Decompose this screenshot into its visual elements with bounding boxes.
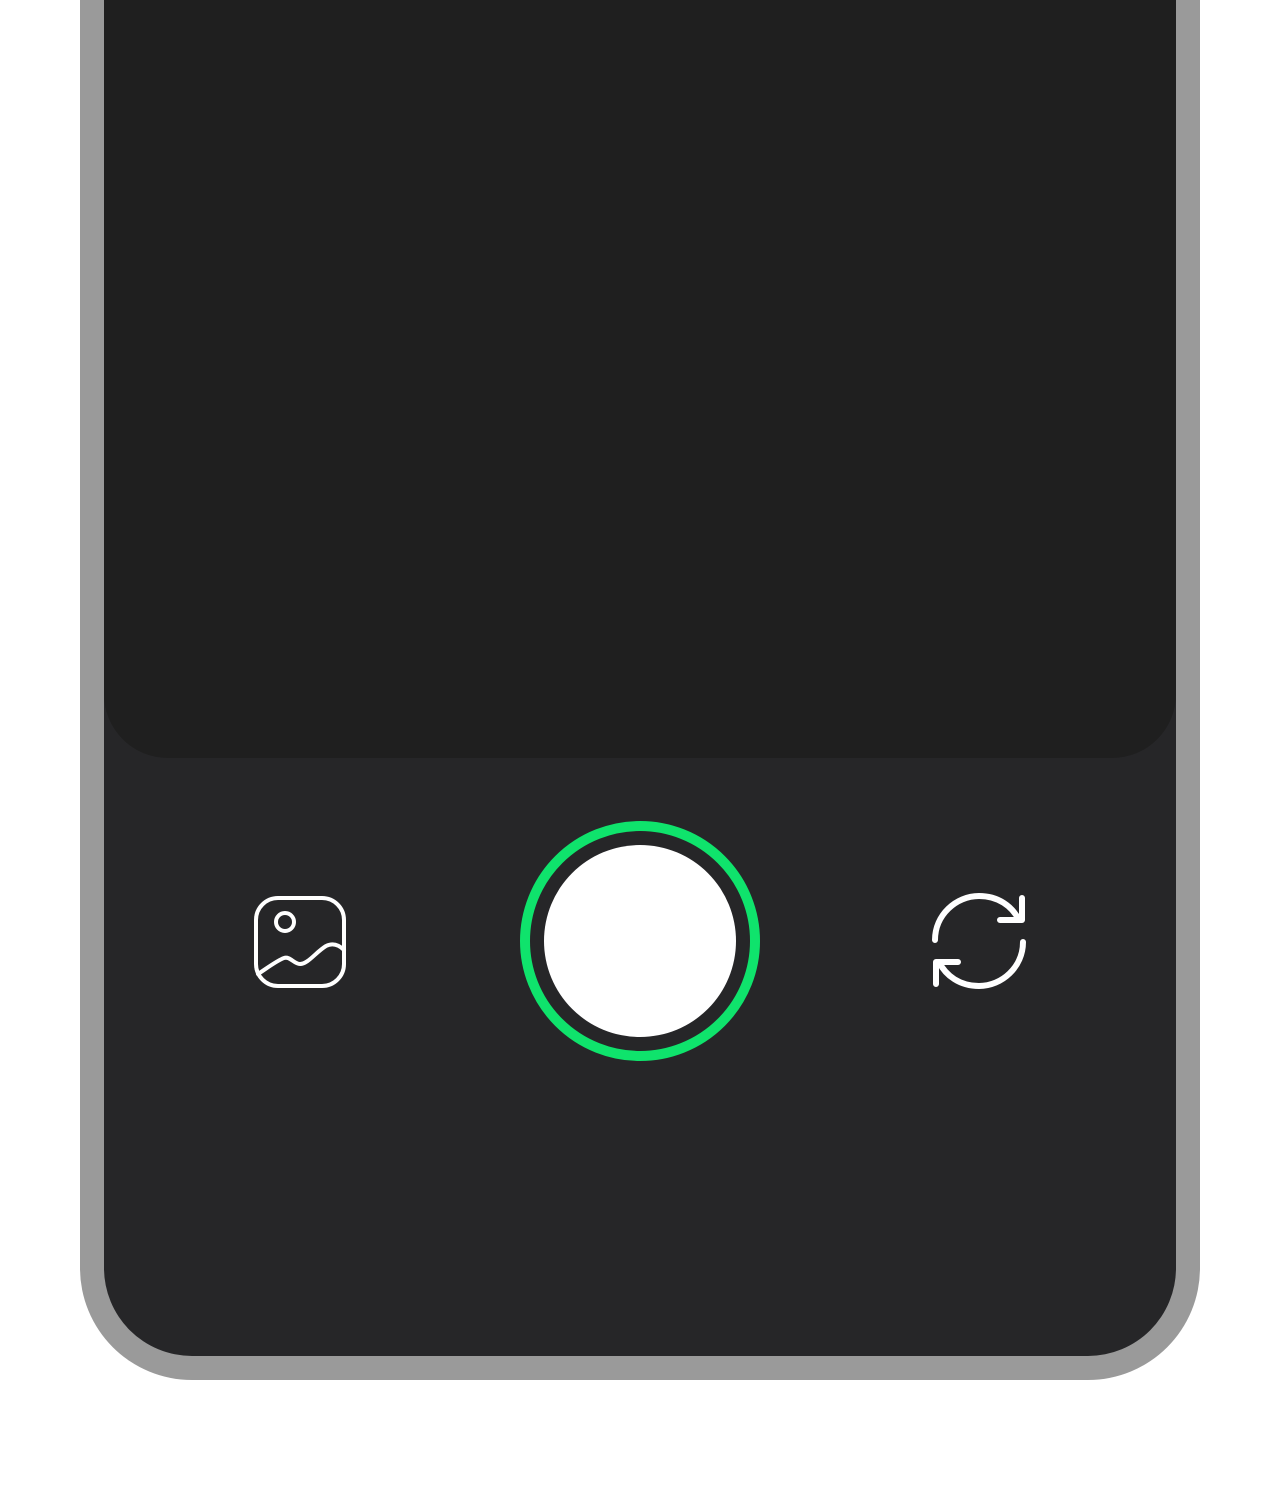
refresh-flip-icon xyxy=(932,893,1026,989)
flip-camera-button[interactable] xyxy=(928,890,1030,992)
phone-frame xyxy=(80,0,1200,1380)
image-gallery-icon xyxy=(254,896,346,988)
gallery-button[interactable] xyxy=(250,892,350,992)
camera-screen xyxy=(104,0,1176,1356)
shutter-icon xyxy=(544,845,736,1037)
shutter-button[interactable] xyxy=(520,821,760,1061)
camera-controls-bar xyxy=(104,758,1176,1356)
camera-viewfinder xyxy=(104,0,1176,758)
